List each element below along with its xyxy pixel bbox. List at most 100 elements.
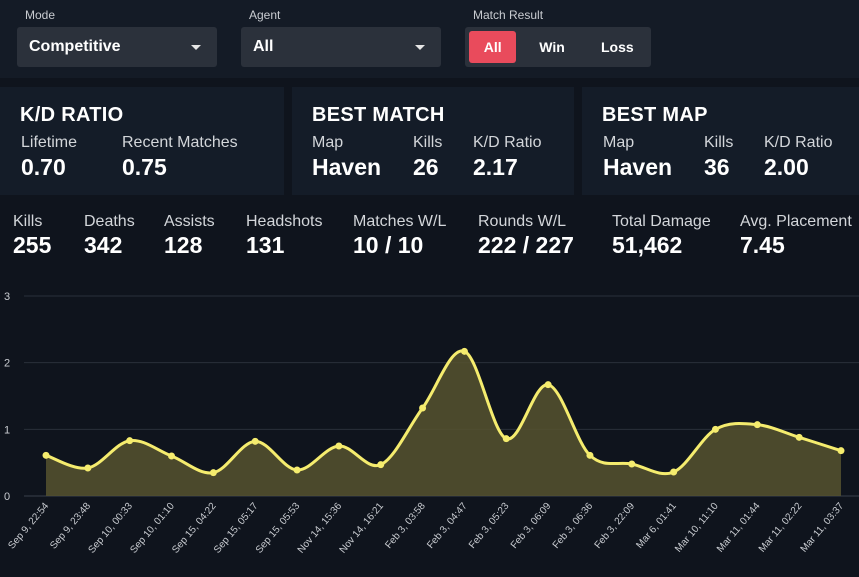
map-value: Haven bbox=[312, 154, 382, 180]
x-tick-label: Mar 11, 01:44 bbox=[715, 501, 763, 555]
match-result-toggle: All Win Loss bbox=[465, 27, 651, 67]
lifetime-value: 0.70 bbox=[21, 154, 66, 180]
data-point bbox=[460, 347, 468, 355]
data-point bbox=[795, 433, 803, 441]
x-tick-label: Feb 3, 06:36 bbox=[551, 501, 596, 551]
data-point bbox=[711, 425, 719, 433]
map-label: Map bbox=[603, 134, 635, 151]
stat-value: 255 bbox=[13, 232, 52, 258]
kd-trend-chart: 0 1 2 3 Sep 9, 22:54Sep 9, 23:48Sep 10, 00:3… bbox=[4, 291, 859, 556]
result-loss-button[interactable]: Loss bbox=[588, 31, 647, 63]
data-point bbox=[377, 461, 385, 469]
recent-value: 0.75 bbox=[122, 154, 167, 180]
x-tick-label: Nov 14, 15:36 bbox=[296, 501, 345, 556]
stat-label: Avg. Placement bbox=[740, 213, 852, 230]
matches-wl-stat: Matches W/L 10 / 10 bbox=[353, 213, 446, 259]
kills-label: Kills bbox=[704, 134, 734, 151]
data-point bbox=[335, 442, 343, 450]
y-tick-label: 0 bbox=[4, 491, 10, 503]
x-tick-label: Mar 10, 11:10 bbox=[673, 501, 721, 555]
x-tick-label: Mar 11, 02:22 bbox=[757, 501, 805, 555]
stat-value: 128 bbox=[164, 232, 203, 258]
result-win-button[interactable]: Win bbox=[522, 31, 581, 63]
data-point bbox=[502, 435, 510, 443]
data-point bbox=[168, 452, 176, 460]
kills-stat: Kills 255 bbox=[13, 213, 51, 259]
data-point bbox=[753, 421, 761, 429]
match-result-filter: Match Result bbox=[473, 8, 543, 28]
best-map-kills: Kills 36 bbox=[704, 134, 733, 181]
x-tick-label: Mar 11, 03:37 bbox=[799, 501, 847, 555]
stat-label: Assists bbox=[164, 213, 215, 230]
data-point bbox=[293, 466, 301, 474]
kd-ratio-card: K/D RATIO Lifetime 0.70 Recent Matches 0… bbox=[0, 87, 284, 195]
filter-bar: Mode Competitive Agent All Match Result … bbox=[0, 0, 859, 78]
best-match-kd: K/D Ratio 2.17 bbox=[473, 134, 541, 181]
kills-label: Kills bbox=[413, 134, 443, 151]
recent-stat: Recent Matches 0.75 bbox=[122, 134, 238, 181]
data-point bbox=[544, 381, 552, 389]
x-tick-label: Sep 15, 05:53 bbox=[254, 501, 303, 556]
kd-label: K/D Ratio bbox=[764, 134, 833, 151]
best-map-card: BEST MAP Map Haven Kills 36 K/D Ratio 2.… bbox=[582, 87, 859, 195]
total-damage-stat: Total Damage 51,462 bbox=[612, 213, 711, 259]
best-map-kd: K/D Ratio 2.00 bbox=[764, 134, 832, 181]
x-tick-label: Feb 3, 05:23 bbox=[467, 501, 512, 551]
stat-value: 222 / 227 bbox=[478, 232, 574, 258]
x-tick-label: Feb 3, 03:58 bbox=[383, 501, 428, 551]
data-point bbox=[42, 451, 50, 459]
stat-value: 10 / 10 bbox=[353, 232, 424, 258]
x-tick-label: Feb 3, 06:09 bbox=[509, 501, 554, 551]
data-point bbox=[628, 460, 636, 468]
agent-filter: Agent bbox=[249, 8, 280, 28]
stat-value: 342 bbox=[84, 232, 123, 258]
x-tick-label: Sep 9, 23:48 bbox=[48, 501, 93, 552]
best-match-kills: Kills 26 bbox=[413, 134, 442, 181]
kills-value: 36 bbox=[704, 154, 730, 180]
x-tick-label: Sep 10, 01:10 bbox=[128, 501, 177, 556]
stat-label: Deaths bbox=[84, 213, 135, 230]
best-match-card: BEST MATCH Map Haven Kills 26 K/D Ratio … bbox=[292, 87, 574, 195]
x-tick-label: Sep 15, 05:17 bbox=[212, 501, 261, 556]
y-tick-label: 1 bbox=[4, 424, 10, 436]
stat-label: Total Damage bbox=[612, 213, 711, 230]
result-all-button[interactable]: All bbox=[469, 31, 517, 63]
kd-value: 2.17 bbox=[473, 154, 518, 180]
data-point bbox=[126, 437, 134, 445]
stat-label: Kills bbox=[13, 213, 43, 230]
stat-value: 7.45 bbox=[740, 232, 785, 258]
data-point bbox=[419, 404, 427, 412]
kd-value: 2.00 bbox=[764, 154, 809, 180]
chevron-down-icon bbox=[415, 44, 425, 50]
best-match-map: Map Haven bbox=[312, 134, 381, 181]
stat-label: Headshots bbox=[246, 213, 323, 230]
lifetime-label: Lifetime bbox=[21, 134, 78, 151]
assists-stat: Assists 128 bbox=[164, 213, 215, 259]
y-tick-label: 2 bbox=[4, 358, 10, 370]
data-point bbox=[837, 447, 845, 455]
stat-value: 51,462 bbox=[612, 232, 683, 258]
x-tick-label: Feb 3, 04:47 bbox=[425, 501, 470, 551]
x-tick-label: Mar 6, 01:41 bbox=[634, 501, 679, 551]
agent-select-value: All bbox=[253, 38, 274, 55]
avg-placement-stat: Avg. Placement 7.45 bbox=[740, 213, 852, 259]
data-point bbox=[251, 437, 259, 445]
mode-label: Mode bbox=[25, 8, 56, 22]
map-label: Map bbox=[312, 134, 344, 151]
best-match-title: BEST MATCH bbox=[312, 104, 445, 126]
mode-select[interactable]: Competitive bbox=[17, 27, 217, 67]
rounds-wl-stat: Rounds W/L 222 / 227 bbox=[478, 213, 574, 259]
kd-card-title: K/D RATIO bbox=[20, 104, 124, 126]
data-point bbox=[670, 468, 678, 476]
best-map-map: Map Haven bbox=[603, 134, 672, 181]
agent-select[interactable]: All bbox=[241, 27, 441, 67]
y-tick-label: 3 bbox=[4, 291, 10, 303]
x-tick-label: Feb 3, 22:09 bbox=[593, 501, 638, 551]
deaths-stat: Deaths 342 bbox=[84, 213, 135, 259]
stat-label: Matches W/L bbox=[353, 213, 447, 230]
agent-label: Agent bbox=[249, 8, 281, 22]
lifetime-stat: Lifetime 0.70 bbox=[21, 134, 77, 181]
kd-label: K/D Ratio bbox=[473, 134, 542, 151]
kills-value: 26 bbox=[413, 154, 439, 180]
stat-label: Rounds W/L bbox=[478, 213, 567, 230]
